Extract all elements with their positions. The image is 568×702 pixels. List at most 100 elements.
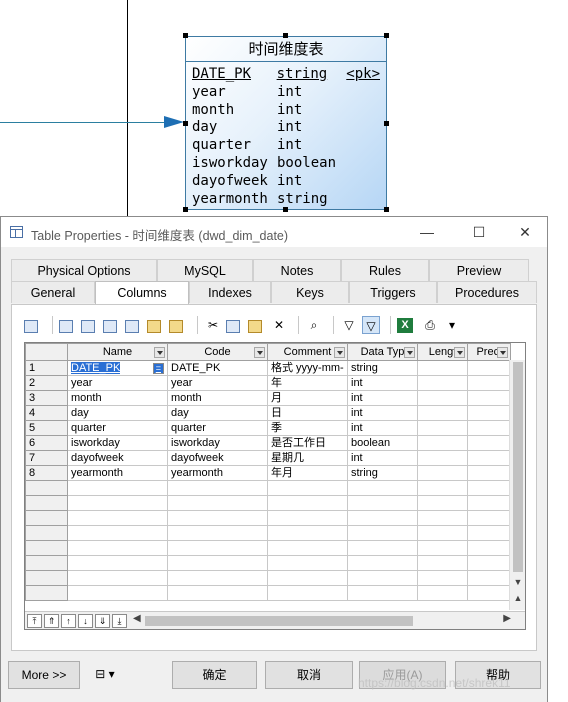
cell-comment[interactable]: 是否工作日 (267, 435, 348, 451)
tab-notes[interactable]: Notes (253, 259, 341, 281)
row-header-corner[interactable] (25, 343, 68, 361)
selection-handle[interactable] (384, 33, 389, 38)
row-number[interactable] (25, 480, 68, 496)
cell-name[interactable]: isworkday (67, 435, 168, 451)
selection-handle[interactable] (183, 207, 188, 212)
cell-type[interactable] (347, 585, 418, 601)
table-row[interactable] (25, 540, 511, 556)
row-number[interactable]: 4 (25, 405, 68, 421)
tab-rules[interactable]: Rules (341, 259, 429, 281)
cell-name[interactable]: = DATE_PK (67, 360, 168, 376)
cell-empty[interactable] (417, 480, 468, 496)
cell-comment[interactable] (267, 495, 348, 511)
cell-empty[interactable] (467, 585, 511, 601)
cell-comment[interactable] (267, 585, 348, 601)
cell-code[interactable] (167, 480, 268, 496)
cell-comment[interactable] (267, 555, 348, 571)
row-number[interactable]: 6 (25, 435, 68, 451)
column-header-preci[interactable]: Preci (467, 343, 511, 361)
horizontal-scrollbar[interactable]: ◀ ▶ (133, 613, 511, 627)
tab-general[interactable]: General (11, 281, 95, 303)
cell-name[interactable] (67, 585, 168, 601)
cell-type[interactable] (347, 540, 418, 556)
equal-icon[interactable]: = (152, 363, 164, 374)
cell-empty[interactable] (467, 540, 511, 556)
row-number[interactable] (25, 540, 68, 556)
dialog-titlebar[interactable]: Table Properties - 时间维度表 (dwd_dim_date) … (1, 217, 547, 247)
tab-procedures[interactable]: Procedures (437, 281, 537, 303)
table-row[interactable]: 5 quarter quarter 季 int (25, 420, 511, 436)
row-number[interactable]: 1 (25, 360, 68, 376)
cell-name[interactable]: dayofweek (67, 450, 168, 466)
cell-comment[interactable] (267, 525, 348, 541)
selection-handle[interactable] (183, 33, 188, 38)
copy-icon[interactable] (226, 319, 240, 333)
insert-row-icon[interactable] (59, 319, 73, 333)
cell-code[interactable]: yearmonth (167, 465, 268, 481)
add-row-icon[interactable] (81, 319, 95, 333)
chevron-down-icon[interactable] (334, 347, 345, 358)
table-row[interactable] (25, 570, 511, 586)
cell-code[interactable]: day (167, 405, 268, 421)
row-number[interactable] (25, 585, 68, 601)
cell-name[interactable] (67, 555, 168, 571)
cell-type[interactable]: boolean (347, 435, 418, 451)
cell-code[interactable] (167, 585, 268, 601)
diagram-canvas[interactable]: 时间维度表 DATE_PK string <pk> year int month int da… (0, 0, 568, 220)
table-row[interactable] (25, 480, 511, 496)
table-row[interactable]: 3 month month 月 int (25, 390, 511, 406)
row-number[interactable]: 3 (25, 390, 68, 406)
filter-icon[interactable]: ▽ (340, 316, 358, 334)
row-number[interactable] (25, 495, 68, 511)
cell-code[interactable] (167, 540, 268, 556)
selection-handle[interactable] (183, 121, 188, 126)
tab-mysql[interactable]: MySQL (157, 259, 253, 281)
maximize-button[interactable]: ☐ (459, 221, 499, 243)
cell-code[interactable] (167, 555, 268, 571)
cell-comment[interactable]: 星期几 (267, 450, 348, 466)
chevron-down-icon[interactable] (454, 347, 465, 358)
horizontal-scroll-thumb[interactable] (145, 616, 413, 626)
cell-comment[interactable] (267, 480, 348, 496)
row-number[interactable] (25, 570, 68, 586)
row-number[interactable] (25, 525, 68, 541)
table-row[interactable] (25, 495, 511, 511)
selection-handle[interactable] (283, 33, 288, 38)
menu-dropdown-button[interactable]: ⊟ ▾ (85, 661, 125, 689)
scroll-top-icon[interactable]: ▲ (510, 591, 525, 605)
cell-code[interactable] (167, 510, 268, 526)
cell-name[interactable] (67, 525, 168, 541)
cell-code[interactable]: dayofweek (167, 450, 268, 466)
vertical-scrollbar[interactable]: ▼ ▲ (509, 360, 525, 610)
more-button[interactable]: More >> (8, 661, 80, 689)
cell-type[interactable] (347, 570, 418, 586)
row-number[interactable]: 7 (25, 450, 68, 466)
chevron-down-icon[interactable] (254, 347, 265, 358)
reuse-columns-icon[interactable] (125, 319, 139, 333)
cell-empty[interactable] (467, 525, 511, 541)
cell-type[interactable]: int (347, 450, 418, 466)
cell-name[interactable]: quarter (67, 420, 168, 436)
cell-code[interactable]: month (167, 390, 268, 406)
selection-handle[interactable] (384, 121, 389, 126)
row-number[interactable]: 5 (25, 420, 68, 436)
table-row[interactable] (25, 585, 511, 601)
cell-empty[interactable] (467, 555, 511, 571)
entity-table-symbol[interactable]: 时间维度表 DATE_PK string <pk> year int month int da… (185, 36, 387, 210)
cell-type[interactable] (347, 525, 418, 541)
vertical-scroll-thumb[interactable] (513, 362, 523, 572)
cell-type[interactable] (347, 495, 418, 511)
table-row[interactable] (25, 510, 511, 526)
cell-empty[interactable] (417, 375, 468, 391)
tab-preview[interactable]: Preview (429, 259, 529, 281)
reference-line[interactable] (0, 122, 170, 123)
cell-type[interactable]: int (347, 390, 418, 406)
row-number[interactable]: 2 (25, 375, 68, 391)
table-row[interactable]: 1 = DATE_PK DATE_PK 格式 yyyy-mm-string (25, 360, 511, 376)
cell-type[interactable]: string (347, 465, 418, 481)
cell-empty[interactable] (417, 540, 468, 556)
row-number[interactable] (25, 555, 68, 571)
table-row[interactable] (25, 555, 511, 571)
cell-empty[interactable] (417, 360, 468, 376)
cell-empty[interactable] (467, 420, 511, 436)
